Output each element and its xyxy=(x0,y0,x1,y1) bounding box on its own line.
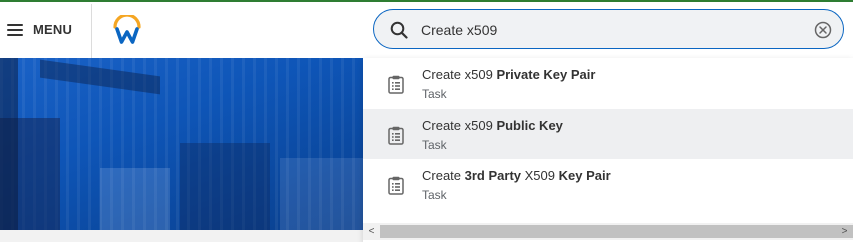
hero-building xyxy=(280,158,363,230)
workday-logo-icon[interactable] xyxy=(112,15,142,45)
result-type: Task xyxy=(422,188,447,202)
horizontal-scrollbar[interactable]: < > xyxy=(363,223,853,240)
search-result-item[interactable]: Create 3rd Party X509 Key Pair Task xyxy=(363,159,853,209)
hero-roof xyxy=(40,59,160,95)
result-title-prefix: Create xyxy=(422,168,465,183)
search-bar[interactable] xyxy=(373,9,844,49)
result-title: Create x509 Private Key Pair xyxy=(422,67,595,82)
result-title-middle: X509 xyxy=(521,168,559,183)
hamburger-icon xyxy=(7,24,23,36)
scroll-left-arrow[interactable]: < xyxy=(363,223,380,240)
hero-building xyxy=(100,168,170,230)
menu-label: MENU xyxy=(33,22,73,37)
hero-building xyxy=(180,143,270,230)
clear-search-icon[interactable] xyxy=(814,21,832,39)
hero-background-image xyxy=(0,58,363,230)
search-input[interactable] xyxy=(421,18,801,42)
scrollbar-thumb[interactable] xyxy=(380,225,853,238)
result-title-prefix: Create x509 xyxy=(422,67,497,82)
clipboard-icon xyxy=(388,75,404,94)
hero-pillar xyxy=(0,58,18,230)
clipboard-icon xyxy=(388,126,404,145)
scroll-right-arrow[interactable]: > xyxy=(836,223,853,240)
search-icon[interactable] xyxy=(390,21,408,39)
result-title-match-2: Key Pair xyxy=(558,168,611,183)
result-title: Create x509 Public Key xyxy=(422,118,563,133)
clipboard-icon xyxy=(388,176,404,195)
result-title-prefix: Create x509 xyxy=(422,118,497,133)
result-title: Create 3rd Party X509 Key Pair xyxy=(422,168,611,183)
result-type: Task xyxy=(422,87,447,101)
header-divider xyxy=(91,4,92,60)
result-type: Task xyxy=(422,138,447,152)
search-results-dropdown: Create x509 Private Key Pair Task Create… xyxy=(363,58,853,242)
search-result-item[interactable]: Create x509 Private Key Pair Task xyxy=(363,58,853,108)
result-title-match: 3rd Party xyxy=(464,168,522,183)
search-result-item-highlighted[interactable]: Create x509 Public Key Task xyxy=(363,109,853,159)
result-title-match: Public Key xyxy=(496,118,563,133)
page-background-strip xyxy=(0,230,363,242)
app-header: MENU xyxy=(0,2,853,60)
menu-button[interactable]: MENU xyxy=(0,2,90,58)
result-title-match: Private Key Pair xyxy=(496,67,596,82)
